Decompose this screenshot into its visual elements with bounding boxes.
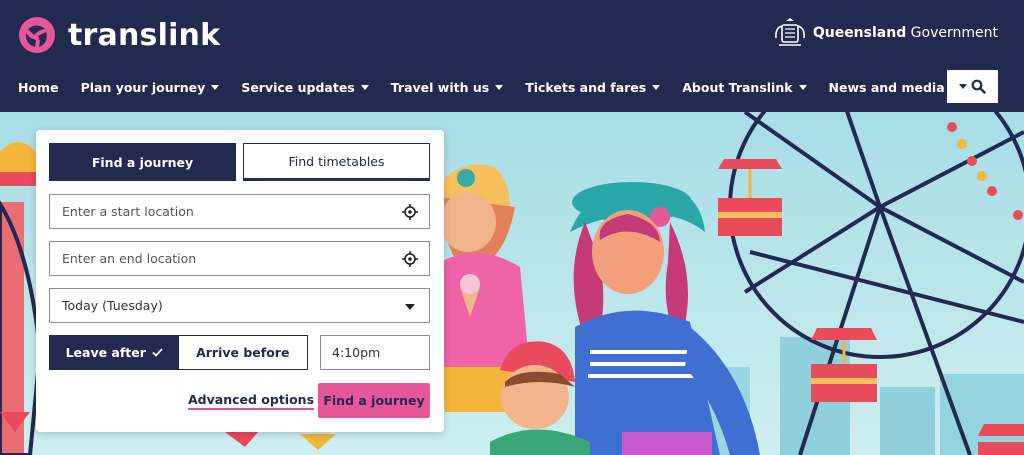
main-nav: Home Plan your journey Service updates T…: [18, 75, 981, 99]
checkmark-icon: [152, 348, 163, 357]
translink-logo-icon: [19, 17, 55, 53]
nav-item-news-and-media[interactable]: News and media: [829, 80, 959, 95]
queensland-crest-icon: [774, 18, 805, 46]
nav-label: Tickets and fares: [525, 79, 647, 95]
chevron-down-icon: [959, 84, 967, 89]
tab-find-timetables[interactable]: Find timetables: [243, 143, 430, 181]
translink-wordmark: translink: [68, 17, 221, 53]
leave-after-label: Leave after: [65, 345, 146, 360]
translink-logo[interactable]: translink: [18, 16, 220, 54]
nav-item-home[interactable]: Home: [18, 80, 59, 95]
chevron-down-icon: [360, 84, 369, 90]
search-toggle-button[interactable]: [947, 70, 998, 103]
site-header: translink Queensland Government Home Pla…: [0, 0, 1024, 112]
date-select-value: Today (Tuesday): [62, 298, 163, 313]
nav-item-travel-with-us[interactable]: Travel with us: [390, 79, 504, 95]
nav-item-service-updates[interactable]: Service updates: [241, 79, 369, 95]
nav-item-plan-your-journey[interactable]: Plan your journey: [81, 80, 220, 95]
crosshair-icon[interactable]: [402, 251, 418, 267]
nav-item-tickets-and-fares[interactable]: Tickets and fares: [525, 79, 661, 95]
chevron-down-icon: [495, 84, 504, 90]
leave-after-button[interactable]: Leave after: [50, 336, 179, 369]
gondola: [811, 328, 877, 402]
nav-label: Service updates: [241, 79, 355, 95]
nav-label: Home: [18, 79, 59, 95]
advanced-options-link[interactable]: Advanced options: [188, 392, 315, 410]
government-name: Queensland Government: [812, 25, 998, 41]
nav-label: Plan your journey: [80, 79, 206, 95]
time-input[interactable]: 4:10pm: [320, 335, 430, 370]
start-location-placeholder: Enter a start location: [62, 204, 194, 219]
nav-label: Travel with us: [390, 79, 490, 95]
journey-planner: Find a journey Find timetables Enter a s…: [36, 130, 444, 432]
queensland-government-logo[interactable]: Queensland Government: [773, 16, 998, 50]
end-location-placeholder: Enter an end location: [62, 251, 197, 266]
end-location-input[interactable]: Enter an end location: [49, 241, 430, 276]
chevron-down-icon: [652, 84, 661, 90]
leave-arrive-toggle: Leave after Arrive before: [49, 335, 308, 370]
crosshair-icon[interactable]: [402, 204, 418, 220]
date-select[interactable]: Today (Tuesday): [49, 288, 430, 323]
chevron-down-icon: [798, 84, 807, 90]
start-location-input[interactable]: Enter a start location: [49, 194, 430, 229]
search-icon: [971, 79, 986, 94]
nav-label: News and media: [828, 79, 945, 95]
chevron-down-icon: [211, 84, 220, 90]
arrive-before-button[interactable]: Arrive before: [178, 336, 307, 369]
find-journey-button[interactable]: Find a journey: [318, 383, 430, 418]
nav-label: About Translink: [682, 79, 793, 95]
chevron-down-icon: [405, 304, 415, 310]
nav-item-about-translink[interactable]: About Translink: [682, 79, 807, 95]
tab-find-a-journey[interactable]: Find a journey: [49, 143, 236, 181]
